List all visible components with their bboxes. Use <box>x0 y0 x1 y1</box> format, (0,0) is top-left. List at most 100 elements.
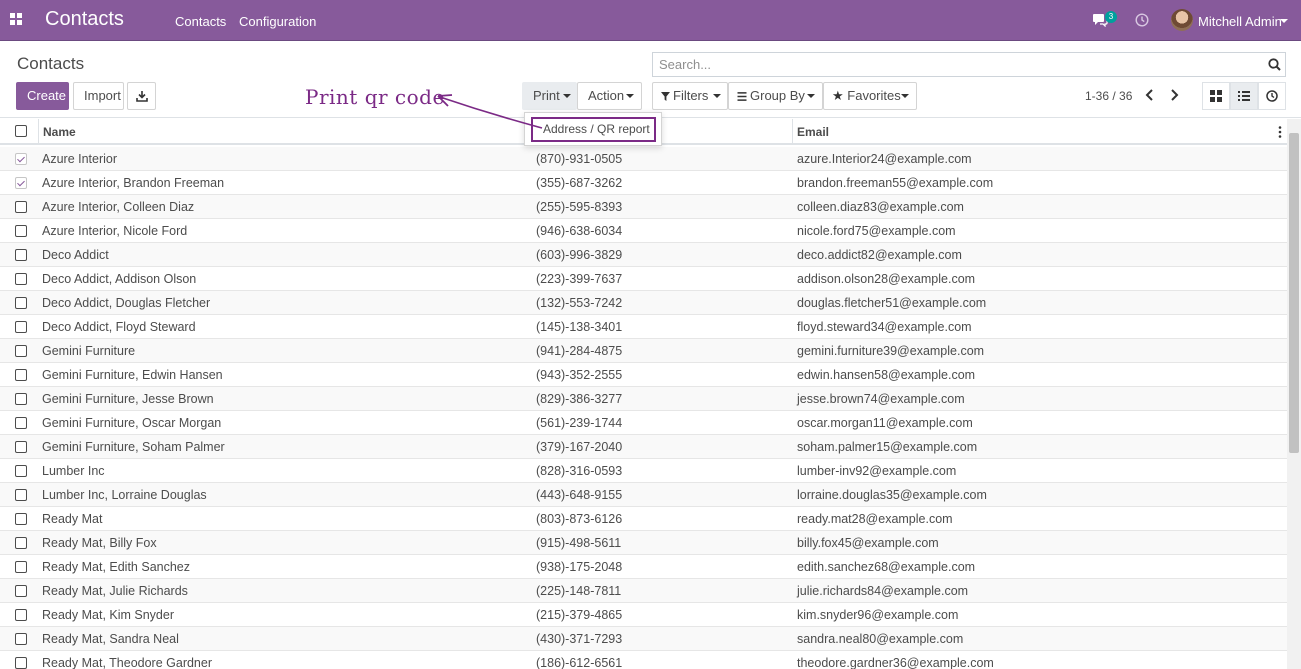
scrollbar-thumb[interactable] <box>1289 133 1299 453</box>
user-menu[interactable]: Mitchell Admin <box>1198 14 1282 29</box>
action-dropdown[interactable]: Action <box>577 82 642 110</box>
table-row[interactable]: Ready Mat, Kim Snyder (215)-379-4865 kim.s… <box>0 603 1287 627</box>
table-row[interactable]: Gemini Furniture, Soham Palmer (379)-167-… <box>0 435 1287 459</box>
row-checkbox[interactable] <box>15 585 27 597</box>
favorites-dropdown[interactable]: ★ Favorites <box>823 82 917 110</box>
table-row[interactable]: Gemini Furniture, Edwin Hansen (943)-352-… <box>0 363 1287 387</box>
table-row[interactable]: Ready Mat, Theodore Gardner (186)-612-656… <box>0 651 1287 669</box>
groupby-dropdown[interactable]: Group By <box>728 82 823 110</box>
table-row[interactable]: Gemini Furniture, Oscar Morgan (561)-239-… <box>0 411 1287 435</box>
table-row[interactable]: Deco Addict, Addison Olson (223)-399-7637… <box>0 267 1287 291</box>
table-row[interactable]: Ready Mat (803)-873-6126 ready.mat28@examp… <box>0 507 1287 531</box>
search-bar <box>652 52 1286 77</box>
row-checkbox[interactable] <box>15 441 27 453</box>
row-checkbox[interactable] <box>15 201 27 213</box>
table-row[interactable]: Ready Mat, Billy Fox (915)-498-5611 billy.… <box>0 531 1287 555</box>
cell-phone: (941)-284-4875 <box>536 344 623 358</box>
table-row[interactable]: Deco Addict, Floyd Steward (145)-138-3401… <box>0 315 1287 339</box>
chevron-right-icon[interactable] <box>1167 88 1181 102</box>
cell-phone: (870)-931-0505 <box>536 152 623 166</box>
column-options-icon[interactable] <box>1278 125 1282 139</box>
apps-icon[interactable] <box>10 13 24 27</box>
row-checkbox[interactable] <box>15 177 27 189</box>
row-checkbox[interactable] <box>15 297 27 309</box>
row-checkbox[interactable] <box>15 393 27 405</box>
menu-contacts[interactable]: Contacts <box>175 14 226 29</box>
row-checkbox[interactable] <box>15 465 27 477</box>
cell-email: billy.fox45@example.com <box>797 536 939 550</box>
export-button[interactable] <box>127 82 156 110</box>
table-row[interactable]: Deco Addict (603)-996-3829 deco.addict82@e… <box>0 243 1287 267</box>
row-checkbox[interactable] <box>15 537 27 549</box>
create-button[interactable]: Create <box>16 82 69 110</box>
table-row[interactable]: Ready Mat, Julie Richards (225)-148-7811 j… <box>0 579 1287 603</box>
cell-email: lumber-inv92@example.com <box>797 464 957 478</box>
favorites-label: Favorites <box>847 88 901 103</box>
cell-email: brandon.freeman55@example.com <box>797 176 994 190</box>
chevron-left-icon[interactable] <box>1143 88 1157 102</box>
filters-dropdown[interactable]: Filters <box>652 82 728 110</box>
activity-view-button[interactable] <box>1258 82 1286 110</box>
scrollbar[interactable] <box>1287 119 1301 669</box>
import-button[interactable]: Import <box>73 82 124 110</box>
column-header-name[interactable]: Name <box>43 125 76 139</box>
cell-name: Deco Addict, Floyd Steward <box>42 320 196 334</box>
table-row[interactable]: Azure Interior (870)-931-0505 azure.Interi… <box>0 147 1287 171</box>
row-checkbox[interactable] <box>15 321 27 333</box>
chevron-down-icon <box>901 94 909 98</box>
print-menu-item-address-qr[interactable]: Address / QR report <box>531 117 656 142</box>
row-checkbox[interactable] <box>15 417 27 429</box>
cell-email: colleen.diaz83@example.com <box>797 200 964 214</box>
pager-value[interactable]: 1-36 / 36 <box>1085 89 1132 103</box>
search-input[interactable] <box>653 53 1253 76</box>
table-row[interactable]: Ready Mat, Sandra Neal (430)-371-7293 sand… <box>0 627 1287 651</box>
list-view-button[interactable] <box>1230 82 1258 110</box>
control-panel: Contacts Create Import Print Action Filt… <box>0 41 1301 118</box>
table-row[interactable]: Lumber Inc (828)-316-0593 lumber-inv92@exa… <box>0 459 1287 483</box>
row-checkbox[interactable] <box>15 489 27 501</box>
cell-email: lorraine.douglas35@example.com <box>797 488 987 502</box>
avatar[interactable] <box>1171 9 1193 31</box>
annotation-arrow <box>437 94 543 129</box>
row-checkbox[interactable] <box>15 345 27 357</box>
table-row[interactable]: Lumber Inc, Lorraine Douglas (443)-648-91… <box>0 483 1287 507</box>
row-checkbox[interactable] <box>15 657 27 669</box>
chevron-down-icon <box>713 94 721 98</box>
cell-email: nicole.ford75@example.com <box>797 224 956 238</box>
row-checkbox[interactable] <box>15 633 27 645</box>
activity-icon <box>1266 90 1278 102</box>
row-checkbox[interactable] <box>15 153 27 165</box>
app-title: Contacts <box>45 8 124 30</box>
table-row[interactable]: Azure Interior, Nicole Ford (946)-638-603… <box>0 219 1287 243</box>
cell-phone: (803)-873-6126 <box>536 512 623 526</box>
annotation-label: Print qr code <box>305 85 445 109</box>
cell-email: addison.olson28@example.com <box>797 272 976 286</box>
cell-name: Ready Mat, Kim Snyder <box>42 608 174 622</box>
cell-phone: (255)-595-8393 <box>536 200 623 214</box>
table-row[interactable]: Azure Interior, Brandon Freeman (355)-687… <box>0 171 1287 195</box>
column-header-email[interactable]: Email <box>797 125 829 139</box>
row-checkbox[interactable] <box>15 513 27 525</box>
row-checkbox[interactable] <box>15 273 27 285</box>
action-label: Action <box>588 88 625 103</box>
table-row[interactable]: Gemini Furniture, Jesse Brown (829)-386-3… <box>0 387 1287 411</box>
row-checkbox[interactable] <box>15 609 27 621</box>
search-icon[interactable] <box>1268 58 1281 71</box>
table-row[interactable]: Gemini Furniture (941)-284-4875 gemini.fur… <box>0 339 1287 363</box>
table-row[interactable]: Azure Interior, Colleen Diaz (255)-595-83… <box>0 195 1287 219</box>
clock-icon[interactable] <box>1135 13 1149 27</box>
cell-email: edwin.hansen58@example.com <box>797 368 976 382</box>
table-row[interactable]: Deco Addict, Douglas Fletcher (132)-553-7… <box>0 291 1287 315</box>
cell-phone: (225)-148-7811 <box>536 584 622 598</box>
chevron-down-icon <box>1280 19 1288 23</box>
menu-configuration[interactable]: Configuration <box>239 14 316 29</box>
cell-phone: (946)-638-6034 <box>536 224 623 238</box>
row-checkbox[interactable] <box>15 249 27 261</box>
select-all-checkbox[interactable] <box>15 125 27 137</box>
row-checkbox[interactable] <box>15 225 27 237</box>
star-icon: ★ <box>832 88 844 103</box>
row-checkbox[interactable] <box>15 561 27 573</box>
row-checkbox[interactable] <box>15 369 27 381</box>
kanban-view-button[interactable] <box>1202 82 1230 110</box>
table-row[interactable]: Ready Mat, Edith Sanchez (938)-175-2048 ed… <box>0 555 1287 579</box>
